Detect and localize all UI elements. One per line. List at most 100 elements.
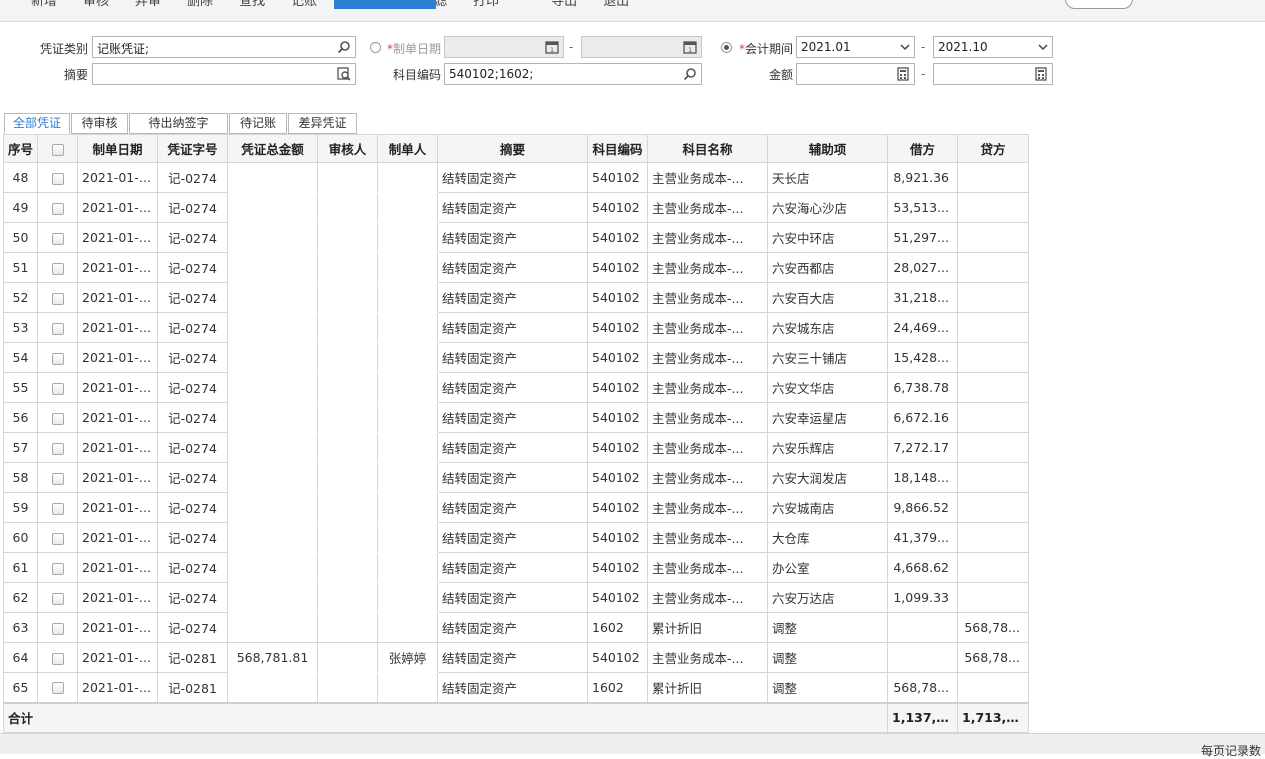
row-checkbox[interactable] [51, 592, 64, 605]
col-header-total-amount[interactable]: 凭证总金额 [227, 134, 318, 163]
create-date-from[interactable]: 1 [444, 36, 564, 58]
table-row[interactable]: 60 2021-01-31 记-0274 结转固定资产 540102 主营业务成本-...… [3, 522, 1029, 553]
row-checkbox[interactable] [51, 472, 64, 485]
table-row[interactable]: 54 2021-01-31 记-0274 结转固定资产 540102 主营业务成本-...… [3, 342, 1029, 373]
row-select-cell[interactable] [37, 222, 78, 253]
search-icon[interactable] [337, 40, 351, 54]
toolbar-menu-item[interactable] [512, 0, 538, 10]
toolbar-menu-item[interactable]: 删除 [174, 0, 226, 10]
col-header-index[interactable]: 序号 [3, 134, 38, 163]
row-checkbox[interactable] [51, 502, 64, 515]
row-checkbox[interactable] [51, 412, 64, 425]
table-row[interactable]: 49 2021-01-31 记-0274 结转固定资产 540102 主营业务成本-...… [3, 192, 1029, 223]
toolbar-menu-item[interactable]: 打印 [460, 0, 512, 10]
calendar-icon[interactable]: 1 [683, 40, 697, 54]
table-row[interactable]: 51 2021-01-31 记-0274 结转固定资产 540102 主营业务成本-...… [3, 252, 1029, 283]
row-checkbox[interactable] [51, 232, 64, 245]
row-select-cell[interactable] [37, 342, 78, 373]
col-header-creator[interactable]: 制单人 [377, 134, 438, 163]
row-voucher-no[interactable]: 记-0274 [157, 462, 228, 493]
row-voucher-no[interactable]: 记-0274 [157, 612, 228, 643]
period-radio[interactable] [721, 42, 732, 53]
row-select-cell[interactable] [37, 612, 78, 643]
table-row[interactable]: 59 2021-01-31 记-0274 结转固定资产 540102 主营业务成本-...… [3, 492, 1029, 523]
row-checkbox[interactable] [51, 352, 64, 365]
table-row[interactable]: 53 2021-01-31 记-0274 结转固定资产 540102 主营业务成本-...… [3, 312, 1029, 343]
period-from-select[interactable]: 2021.01 [796, 36, 915, 58]
create-date-to[interactable]: 1 [581, 36, 702, 58]
table-row[interactable]: 52 2021-01-31 记-0274 结转固定资产 540102 主营业务成本-...… [3, 282, 1029, 313]
row-voucher-no[interactable]: 记-0274 [157, 402, 228, 433]
row-checkbox[interactable] [51, 202, 64, 215]
row-checkbox[interactable] [51, 562, 64, 575]
select-all-checkbox[interactable] [51, 143, 64, 156]
row-voucher-no[interactable]: 记-0281 [157, 672, 228, 703]
row-voucher-no[interactable]: 记-0274 [157, 522, 228, 553]
col-header-voucher-no[interactable]: 凭证字号 [157, 134, 228, 163]
row-voucher-no[interactable]: 记-0281 [157, 642, 228, 673]
table-row[interactable]: 56 2021-01-31 记-0274 结转固定资产 540102 主营业务成本-...… [3, 402, 1029, 433]
active-toolbar-tab[interactable] [334, 0, 436, 9]
row-checkbox[interactable] [51, 322, 64, 335]
row-voucher-no[interactable]: 记-0274 [157, 312, 228, 343]
row-select-cell[interactable] [37, 282, 78, 313]
toolbar-menu-item[interactable]: 弃审 [122, 0, 174, 10]
col-header-auxiliary[interactable]: 辅助项 [767, 134, 888, 163]
col-header-reviewer[interactable]: 审核人 [317, 134, 378, 163]
row-checkbox[interactable] [51, 682, 64, 695]
toolbar-menu-item[interactable]: 退出 [590, 0, 642, 10]
calculator-icon[interactable] [1034, 67, 1048, 81]
table-row[interactable]: 55 2021-01-31 记-0274 结转固定资产 540102 主营业务成本-...… [3, 372, 1029, 403]
col-header-select[interactable] [37, 134, 78, 163]
toolbar-menu-item[interactable]: 导出 [538, 0, 590, 10]
row-select-cell[interactable] [37, 192, 78, 223]
row-select-cell[interactable] [37, 312, 78, 343]
tab-pending-posting[interactable]: 待记账 [229, 113, 287, 134]
table-row[interactable]: 50 2021-01-31 记-0274 结转固定资产 540102 主营业务成本-...… [3, 222, 1029, 253]
row-select-cell[interactable] [37, 462, 78, 493]
col-header-account-name[interactable]: 科目名称 [647, 134, 768, 163]
tab-pending-review[interactable]: 待审核 [71, 113, 128, 134]
toolbar-menu-item[interactable]: 新增 [18, 0, 70, 10]
tab-pending-cashier-sign[interactable]: 待出纳签字 [129, 113, 228, 134]
row-voucher-no[interactable]: 记-0274 [157, 372, 228, 403]
row-select-cell[interactable] [37, 372, 78, 403]
row-voucher-no[interactable]: 记-0274 [157, 492, 228, 523]
row-select-cell[interactable] [37, 552, 78, 583]
row-checkbox[interactable] [51, 532, 64, 545]
row-voucher-no[interactable]: 记-0274 [157, 192, 228, 223]
row-select-cell[interactable] [37, 642, 78, 673]
row-select-cell[interactable] [37, 582, 78, 613]
row-checkbox[interactable] [51, 652, 64, 665]
calendar-icon[interactable]: 1 [545, 40, 559, 54]
toolbar-menu-item[interactable]: 查找 [226, 0, 278, 10]
row-select-cell[interactable] [37, 432, 78, 463]
tab-difference-vouchers[interactable]: 差异凭证 [288, 113, 357, 134]
row-checkbox[interactable] [51, 622, 64, 635]
amount-to-field[interactable] [933, 63, 1053, 85]
settings-notch[interactable] [1065, 0, 1133, 9]
row-voucher-no[interactable]: 记-0274 [157, 252, 228, 283]
row-checkbox[interactable] [51, 262, 64, 275]
table-row[interactable]: 48 2021-01-31 记-0274 结转固定资产 540102 主营业务成本-...… [3, 162, 1029, 193]
row-voucher-no[interactable]: 记-0274 [157, 282, 228, 313]
toolbar-menu-item[interactable]: 记账 [278, 0, 330, 10]
account-code-field[interactable]: 540102;1602; [444, 63, 702, 85]
row-checkbox[interactable] [51, 382, 64, 395]
amount-from-field[interactable] [796, 63, 915, 85]
table-row[interactable]: 63 2021-01-31 记-0274 结转固定资产 1602 累计折旧 调整 568,78… [3, 612, 1029, 643]
col-header-account-code[interactable]: 科目编码 [587, 134, 648, 163]
row-voucher-no[interactable]: 记-0274 [157, 552, 228, 583]
row-select-cell[interactable] [37, 522, 78, 553]
table-row[interactable]: 58 2021-01-31 记-0274 结转固定资产 540102 主营业务成本-...… [3, 462, 1029, 493]
table-row[interactable]: 65 2021-01-31 记-0281 结转固定资产 1602 累计折旧 调整 568,78… [3, 672, 1029, 703]
create-date-radio[interactable] [370, 42, 381, 53]
table-row[interactable]: 64 2021-01-31 记-0281 568,781.81 张婷婷 结转固定资产 540… [3, 642, 1029, 673]
search-list-icon[interactable] [337, 67, 351, 81]
row-select-cell[interactable] [37, 162, 78, 193]
col-header-credit[interactable]: 贷方 [957, 134, 1029, 163]
search-icon[interactable] [683, 67, 697, 81]
row-checkbox[interactable] [51, 442, 64, 455]
row-select-cell[interactable] [37, 402, 78, 433]
table-row[interactable]: 62 2021-01-31 记-0274 结转固定资产 540102 主营业务成本-...… [3, 582, 1029, 613]
